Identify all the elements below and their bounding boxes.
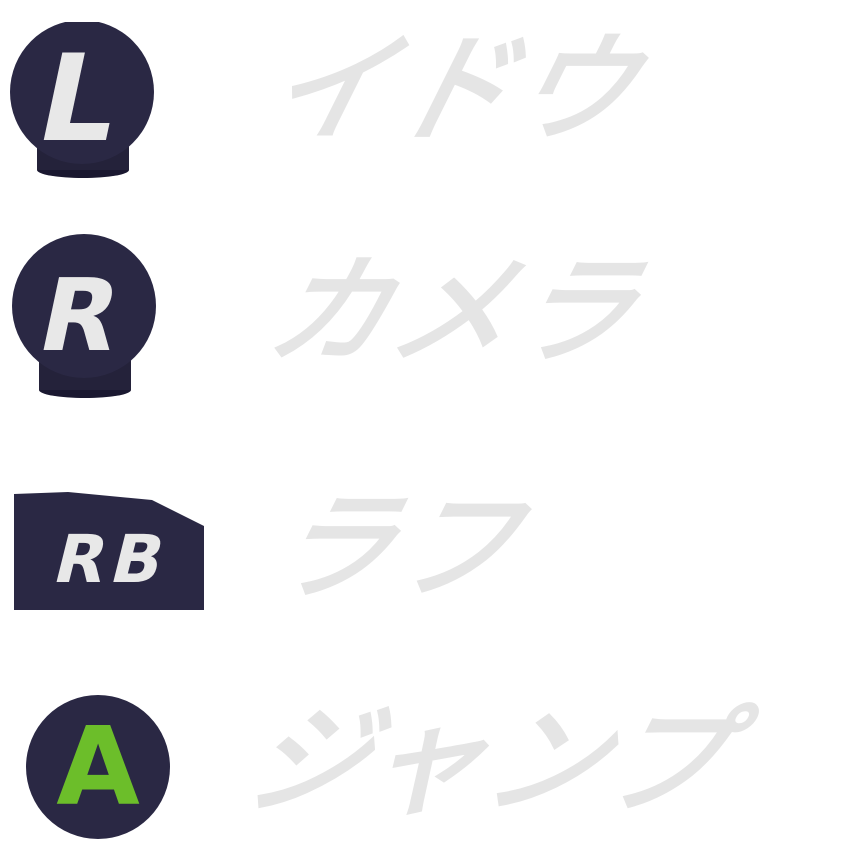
controls-legend: { "colors": { "button_fill": "#2a2844", … xyxy=(0,0,848,848)
a-button-letter: A xyxy=(56,705,140,830)
control-row-move: L イドウ xyxy=(0,0,848,212)
left-stick-icon: L xyxy=(10,22,154,178)
jump-label: ジャンプ xyxy=(233,692,747,830)
move-label: イドウ xyxy=(255,20,656,158)
right-stick-icon: R xyxy=(12,234,156,398)
right-bumper-icon: RB xyxy=(14,492,204,610)
control-row-rough: RB ラフ xyxy=(0,424,848,636)
camera-label: カメラ xyxy=(255,242,656,380)
a-button-icon: A xyxy=(26,695,170,839)
control-row-camera: R カメラ xyxy=(0,212,848,424)
control-row-jump: A ジャンプ xyxy=(0,636,848,848)
rough-label: ラフ xyxy=(259,478,538,616)
right-bumper-letters: RB xyxy=(47,521,179,598)
